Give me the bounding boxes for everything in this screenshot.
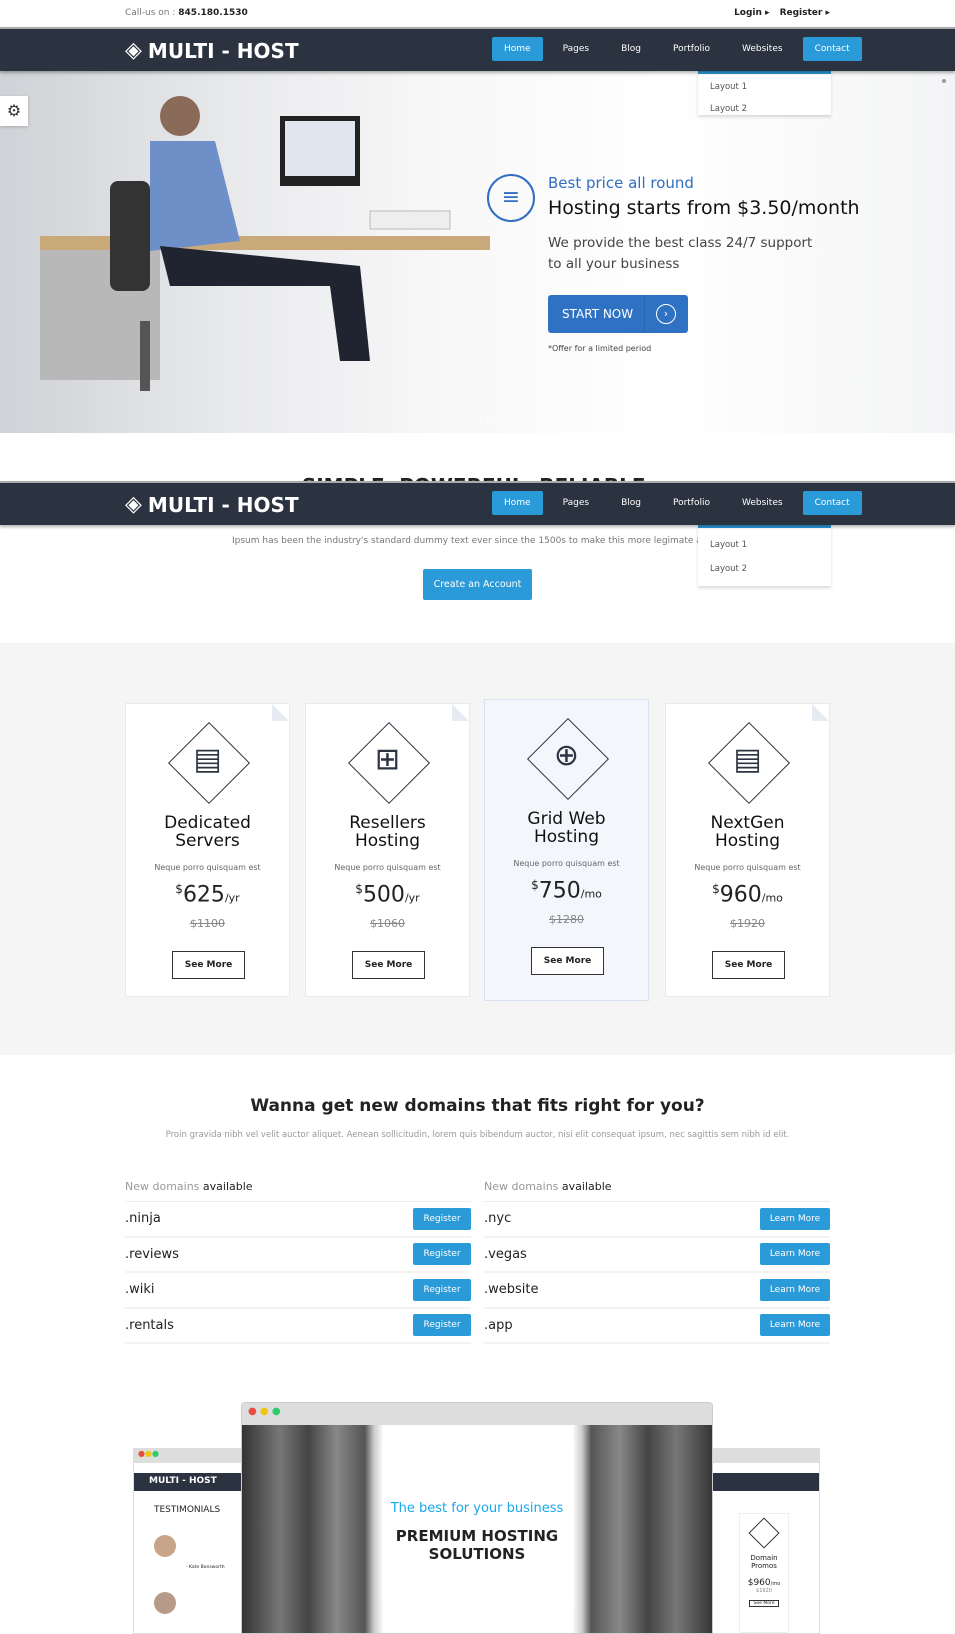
- learn-more-button[interactable]: Learn More: [760, 1243, 830, 1266]
- old-price: $1060: [370, 917, 405, 930]
- plan-card: ▤ Dedicated Servers Neque porro quisquam …: [125, 703, 290, 997]
- database-icon: ≡: [487, 174, 535, 222]
- nav-contact[interactable]: Contact: [802, 37, 862, 61]
- diamond-logo-icon: ◈: [125, 38, 142, 63]
- nav-pages[interactable]: Pages: [551, 491, 601, 515]
- domain-row: .app Learn More: [484, 1309, 830, 1344]
- nav-pages[interactable]: Pages: [551, 37, 601, 61]
- nav-websites[interactable]: Websites: [730, 491, 795, 515]
- domains-list-left: New domains available .ninja Register .rev…: [125, 1180, 471, 1344]
- register-button[interactable]: Register: [413, 1207, 471, 1230]
- nav-portfolio[interactable]: Portfolio: [661, 37, 722, 61]
- server-icon: [748, 1517, 780, 1549]
- see-more-button[interactable]: See More: [172, 951, 245, 979]
- see-more-button[interactable]: See More: [352, 951, 425, 979]
- domains-title: Wanna get new domains that fits right fo…: [250, 1096, 705, 1116]
- domain-row: .ninja Register: [125, 1202, 471, 1238]
- websites-dropdown: Layout 1 Layout 2: [698, 71, 831, 115]
- learn-more-button[interactable]: Learn More: [760, 1278, 830, 1301]
- plan-card: ⊞ Resellers Hosting Neque porro quisquam …: [305, 703, 470, 997]
- plan-card: ⊕ Grid Web Hosting Neque porro quisquam e…: [484, 699, 649, 1001]
- testimonials-heading: TESTIMONIALS: [154, 1505, 221, 1515]
- nav-websites[interactable]: Websites: [730, 37, 795, 61]
- linked-servers-icon: ⊞: [374, 742, 401, 777]
- slider-dots[interactable]: › ○○○: [448, 415, 498, 425]
- top-bar: Call-us on : 845.180.1530 Login ▸ Registe…: [0, 0, 955, 27]
- domains-header: New domains available: [484, 1180, 830, 1202]
- logo[interactable]: ◈ MULTI - HOST: [125, 38, 299, 63]
- domain-row: .wiki Register: [125, 1273, 471, 1309]
- old-price: $1280: [549, 913, 584, 926]
- old-price: $1100: [190, 917, 225, 930]
- start-now-button[interactable]: START NOW ›: [548, 295, 688, 333]
- mockup-logo: MULTI - HOST: [134, 1473, 252, 1491]
- hero-photo: [40, 96, 490, 391]
- domain-row: .reviews Register: [125, 1238, 471, 1273]
- showcase-mockups: ●●● MULTI - HOST TESTIMONIALS - Kate Bon…: [0, 1400, 955, 1634]
- domain-row: .nyc Learn More: [484, 1202, 830, 1238]
- settings-gear-icon[interactable]: ⚙: [0, 96, 28, 126]
- chevron-right-icon: ›: [656, 304, 676, 324]
- plan-price: $750/mo: [531, 878, 602, 904]
- register-link[interactable]: Register ▸: [780, 8, 830, 18]
- avatar: [154, 1592, 176, 1614]
- see-more-button[interactable]: See More: [712, 951, 785, 979]
- nav-blog[interactable]: Blog: [609, 491, 653, 515]
- register-button[interactable]: Register: [413, 1243, 471, 1266]
- domains-text: Proin gravida nibh vel velit auctor aliq…: [165, 1130, 790, 1140]
- dropdown-layout-2[interactable]: Layout 2: [698, 96, 831, 118]
- login-link[interactable]: Login ▸: [734, 8, 770, 18]
- nav-home[interactable]: Home: [492, 491, 543, 515]
- learn-more-button[interactable]: Learn More: [760, 1314, 830, 1337]
- hero-title: Hosting starts from $3.50/month: [548, 197, 860, 219]
- main-nav: ◈ MULTI - HOST Home Pages Blog Portfolio …: [0, 27, 955, 71]
- see-more-button[interactable]: See More: [531, 947, 604, 975]
- dropdown-layout-1[interactable]: Layout 1: [698, 528, 831, 554]
- register-button[interactable]: Register: [413, 1314, 471, 1337]
- server-globe-icon: ⊕: [553, 738, 580, 773]
- dropdown-layout-1[interactable]: Layout 1: [698, 74, 831, 96]
- domains-header: New domains available: [125, 1180, 471, 1202]
- register-button[interactable]: Register: [413, 1278, 471, 1301]
- sticky-dropdown: Layout 1 Layout 2: [698, 525, 831, 586]
- mockup-kicker: The best for your business: [390, 1501, 564, 1516]
- hero-text: We provide the best class 24/7 support: [548, 235, 813, 251]
- nav-portfolio[interactable]: Portfolio: [661, 491, 722, 515]
- window-controls: ● ● ●: [242, 1403, 712, 1425]
- plan-card: ▤ NextGen Hosting Neque porro quisquam es…: [665, 703, 830, 997]
- learn-more-button[interactable]: Learn More: [760, 1207, 830, 1230]
- logo[interactable]: ◈ MULTI - HOST: [125, 492, 299, 517]
- offer-note: *Offer for a limited period: [548, 344, 652, 353]
- nav-blog[interactable]: Blog: [609, 37, 653, 61]
- avatar: [154, 1535, 176, 1557]
- nav-contact[interactable]: Contact: [802, 491, 862, 515]
- mockup-right: Domain Promos $960/mo $1920 See More: [700, 1448, 820, 1634]
- mockup-title: PREMIUM HOSTING: [395, 1527, 559, 1545]
- scroll-indicator: [942, 79, 946, 83]
- create-account-button[interactable]: Create an Account: [423, 569, 532, 600]
- call-us: Call-us on : 845.180.1530: [125, 8, 248, 18]
- plan-price: $625/yr: [175, 882, 240, 908]
- plan-price: $960/mo: [712, 882, 783, 908]
- dropdown-layout-2[interactable]: Layout 2: [698, 554, 831, 578]
- intro-text: Ipsum has been the industry's standard d…: [232, 536, 698, 546]
- mockup-center: ● ● ● The best for your business PREMIUM…: [241, 1402, 713, 1634]
- domains-list-right: New domains available .nyc Learn More .veg…: [484, 1180, 830, 1344]
- plan-price: $500/yr: [355, 882, 420, 908]
- mockup-left: ●●● MULTI - HOST TESTIMONIALS - Kate Bon…: [133, 1448, 253, 1634]
- hero-kicker: Best price all round: [548, 174, 694, 192]
- hero-text-2: to all your business: [548, 256, 680, 272]
- diamond-logo-icon: ◈: [125, 492, 142, 517]
- server-shield-icon: ▤: [193, 742, 222, 777]
- domain-row: .website Learn More: [484, 1273, 830, 1309]
- hero-slider: ≡ Best price all round Hosting starts fr…: [0, 71, 955, 433]
- sticky-nav: ◈ MULTI - HOST Home Pages Blog Portfolio …: [0, 481, 955, 525]
- domain-row: .vegas Learn More: [484, 1238, 830, 1273]
- old-price: $1920: [730, 917, 765, 930]
- server-network-icon: ▤: [733, 742, 762, 777]
- domain-row: .rentals Register: [125, 1309, 471, 1344]
- nav-home[interactable]: Home: [492, 37, 543, 61]
- phone-number: 845.180.1530: [178, 8, 248, 18]
